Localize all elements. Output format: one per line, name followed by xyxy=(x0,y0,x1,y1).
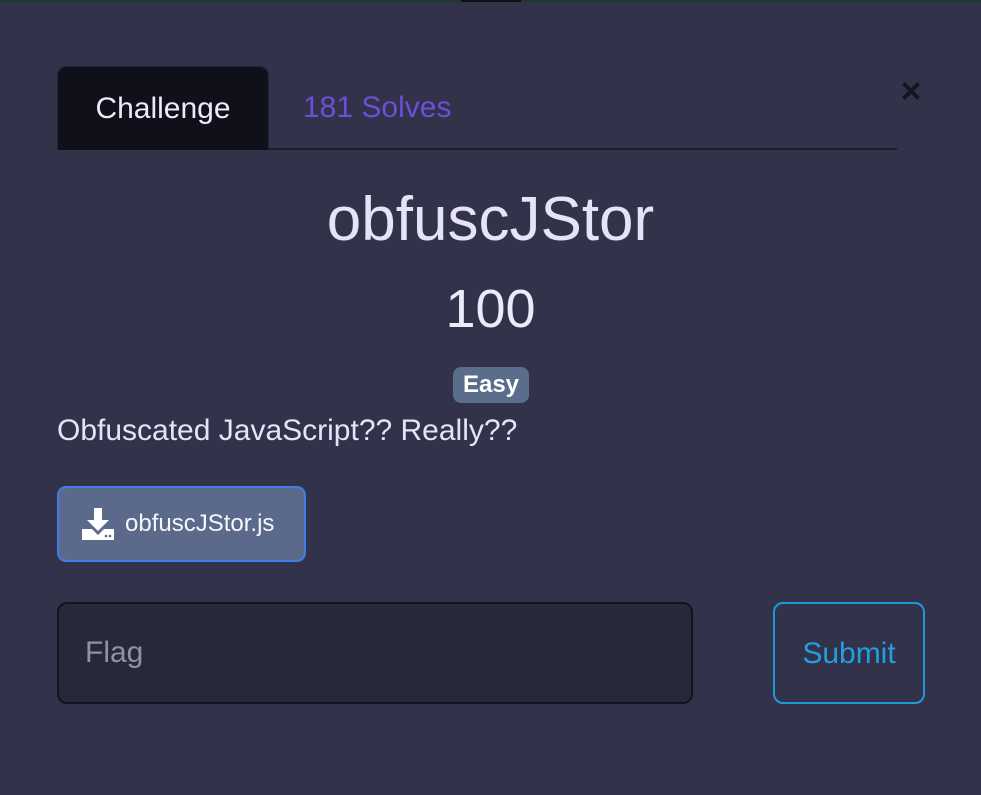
challenge-description: Obfuscated JavaScript?? Really?? xyxy=(57,414,518,447)
tab-challenge[interactable]: Challenge xyxy=(57,66,269,150)
download-file-button[interactable]: obfuscJStor.js xyxy=(57,486,306,562)
challenge-modal: × Challenge 181 Solves obfuscJStor 100 E… xyxy=(0,0,981,795)
download-file-label: obfuscJStor.js xyxy=(125,510,275,537)
challenge-points: 100 xyxy=(445,279,536,339)
submit-button[interactable]: Submit xyxy=(773,602,925,704)
tab-solves[interactable]: 181 Solves xyxy=(269,66,485,150)
challenge-title: obfuscJStor xyxy=(326,185,655,254)
download-icon xyxy=(82,508,114,540)
challenge-tabs: Challenge 181 Solves xyxy=(57,66,897,150)
difficulty-badge: Easy xyxy=(453,367,529,403)
close-icon[interactable]: × xyxy=(892,72,930,110)
flag-input[interactable] xyxy=(57,602,693,704)
